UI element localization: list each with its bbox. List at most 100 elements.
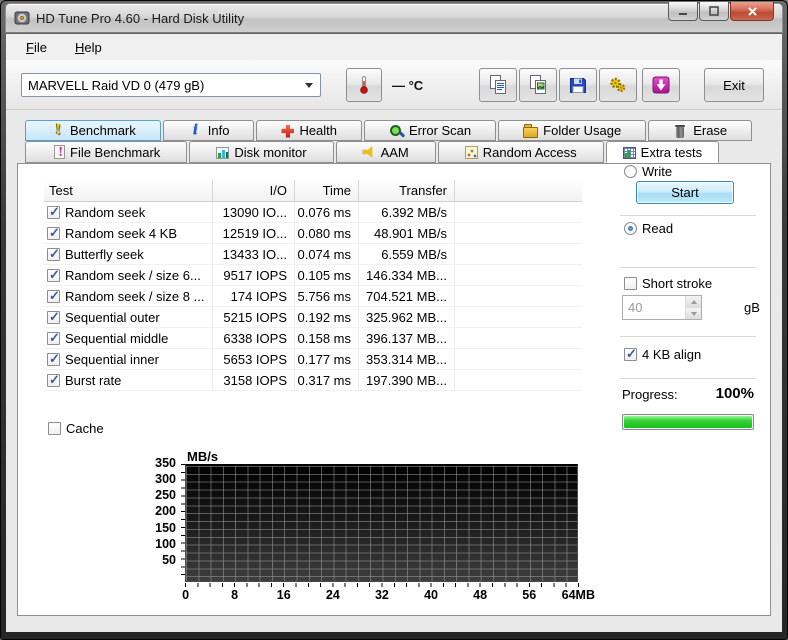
copy-text-button[interactable] (479, 68, 517, 102)
exit-button[interactable]: Exit (704, 68, 764, 102)
test-transfer: 6.559 MB/s (359, 244, 455, 264)
drive-selector[interactable]: MARVELL Raid VD 0 (479 gB) (21, 73, 321, 97)
test-time: 5.756 ms (295, 286, 359, 306)
tab-error-scan[interactable]: Error Scan (364, 120, 497, 141)
erase-icon (673, 124, 688, 138)
radio-read[interactable]: Read (624, 221, 673, 236)
test-io: 13090 IO... (213, 202, 295, 222)
short-stroke-checkbox[interactable]: Short stroke (624, 276, 712, 291)
table-row[interactable]: Random seek 4 KB 12519 IO... 0.080 ms 48… (44, 223, 582, 244)
test-name: Random seek 4 KB (65, 225, 178, 241)
tab-disk-monitor[interactable]: Disk monitor (189, 141, 334, 163)
maximize-button[interactable] (699, 2, 729, 21)
test-transfer: 704.521 MB... (359, 286, 455, 306)
table-row[interactable]: Random seek 13090 IO... 0.076 ms 6.392 M… (44, 202, 582, 223)
radio-write[interactable]: Write (624, 164, 672, 179)
x-tick-label: 64MB (561, 588, 595, 602)
temperature-button[interactable] (346, 68, 382, 102)
save-icon (570, 78, 586, 93)
tab-row-1: Benchmark Info Health Error Scan Folder … (25, 120, 754, 141)
test-name: Random seek / size 8 ... (65, 288, 205, 304)
menu-item-help[interactable]: Help (65, 37, 112, 58)
tab-benchmark[interactable]: Benchmark (25, 120, 161, 141)
column-header-time: Time (295, 180, 359, 201)
test-time: 0.158 ms (295, 328, 359, 348)
table-row[interactable]: Sequential middle 6338 IOPS 0.158 ms 396… (44, 328, 582, 349)
options-button[interactable] (599, 68, 637, 102)
table-row[interactable]: Butterfly seek 13433 IO... 0.074 ms 6.55… (44, 244, 582, 265)
test-io: 5215 IOPS (213, 307, 295, 327)
kb-align-checkbox[interactable]: 4 KB align (624, 346, 701, 362)
y-tick-label: 300 (155, 472, 176, 487)
table-row[interactable]: Sequential inner 5653 IOPS 0.177 ms 353.… (44, 349, 582, 370)
download-button[interactable] (642, 68, 680, 102)
separator (620, 378, 756, 379)
test-checkbox[interactable] (47, 246, 60, 262)
test-checkbox[interactable] (47, 372, 60, 388)
extra-tests-icon (622, 146, 636, 159)
x-tick-label: 8 (231, 588, 239, 602)
test-transfer: 146.334 MB... (359, 265, 455, 285)
test-checkbox[interactable] (47, 225, 60, 241)
tab-extra-tests[interactable]: Extra tests (605, 141, 720, 163)
column-header-test: Test (44, 180, 213, 201)
test-time: 0.080 ms (295, 223, 359, 243)
test-checkbox[interactable] (47, 309, 60, 325)
progress-label: Progress: (622, 387, 678, 402)
tab-erase[interactable]: Erase (648, 120, 753, 141)
y-tick-label: 250 (155, 488, 176, 503)
chart-y-axis-title: MB/s (187, 449, 219, 464)
test-name: Random seek / size 6... (65, 267, 201, 283)
window-controls (667, 2, 774, 21)
test-io: 13433 IO... (213, 244, 295, 264)
test-name: Sequential middle (65, 330, 169, 346)
close-button[interactable] (730, 2, 774, 21)
test-transfer: 325.962 MB... (359, 307, 455, 327)
test-transfer: 48.901 MB/s (359, 223, 455, 243)
arrow-up-icon (690, 299, 697, 304)
test-time: 0.074 ms (295, 244, 359, 264)
test-transfer: 353.314 MB... (359, 349, 455, 369)
column-header-io: I/O (213, 180, 295, 201)
tab-aam[interactable]: AAM (335, 141, 436, 163)
tab-info[interactable]: Info (162, 120, 255, 141)
folder-usage-icon (523, 123, 539, 138)
menu-item-file[interactable]: File (16, 37, 57, 58)
start-button[interactable]: Start (636, 181, 734, 204)
tab-row-2: File Benchmark Disk monitor AAM Random A… (25, 141, 721, 163)
test-checkbox[interactable] (47, 267, 60, 283)
table-row[interactable]: Burst rate 3158 IOPS 0.317 ms 197.390 MB… (44, 370, 582, 391)
x-tick-label: 40 (424, 588, 438, 602)
gears-icon (610, 77, 626, 93)
stroke-size-spinner[interactable]: 40 (622, 295, 702, 320)
minimize-button[interactable] (668, 2, 698, 21)
test-io: 12519 IO... (213, 223, 295, 243)
cache-checkbox[interactable]: Cache (48, 421, 104, 436)
test-checkbox[interactable] (47, 351, 60, 367)
window-title: HD Tune Pro 4.60 - Hard Disk Utility (36, 10, 245, 26)
save-button[interactable] (559, 68, 597, 102)
tab-random-access[interactable]: Random Access (437, 141, 604, 163)
test-checkbox[interactable] (47, 330, 60, 346)
copy-image-button[interactable] (519, 68, 557, 102)
extra-tests-panel: Test I/O Time Transfer Random seek 13090… (17, 163, 771, 616)
test-checkbox[interactable] (47, 288, 60, 304)
table-row[interactable]: Sequential outer 5215 IOPS 0.192 ms 325.… (44, 307, 582, 328)
test-checkbox[interactable] (47, 204, 60, 220)
spinner-down-button[interactable] (686, 307, 701, 319)
separator (620, 215, 756, 216)
spinner-up-button[interactable] (686, 296, 701, 307)
table-row[interactable]: Random seek / size 6... 9517 IOPS 0.105 … (44, 265, 582, 286)
test-io: 5653 IOPS (213, 349, 295, 369)
tab-health[interactable]: Health (256, 120, 363, 141)
maximize-icon (709, 6, 719, 16)
x-tick-label: 24 (325, 588, 340, 602)
table-row[interactable]: Random seek / size 8 ... 174 IOPS 5.756 … (44, 286, 582, 307)
drive-selector-value: MARVELL Raid VD 0 (479 gB) (28, 77, 205, 93)
tab-file-benchmark[interactable]: File Benchmark (25, 141, 188, 163)
test-io: 3158 IOPS (213, 370, 295, 390)
test-transfer: 197.390 MB... (359, 370, 455, 390)
test-time: 0.076 ms (295, 202, 359, 222)
tab-folder-usage[interactable]: Folder Usage (498, 120, 647, 141)
column-header-transfer: Transfer (359, 180, 455, 201)
